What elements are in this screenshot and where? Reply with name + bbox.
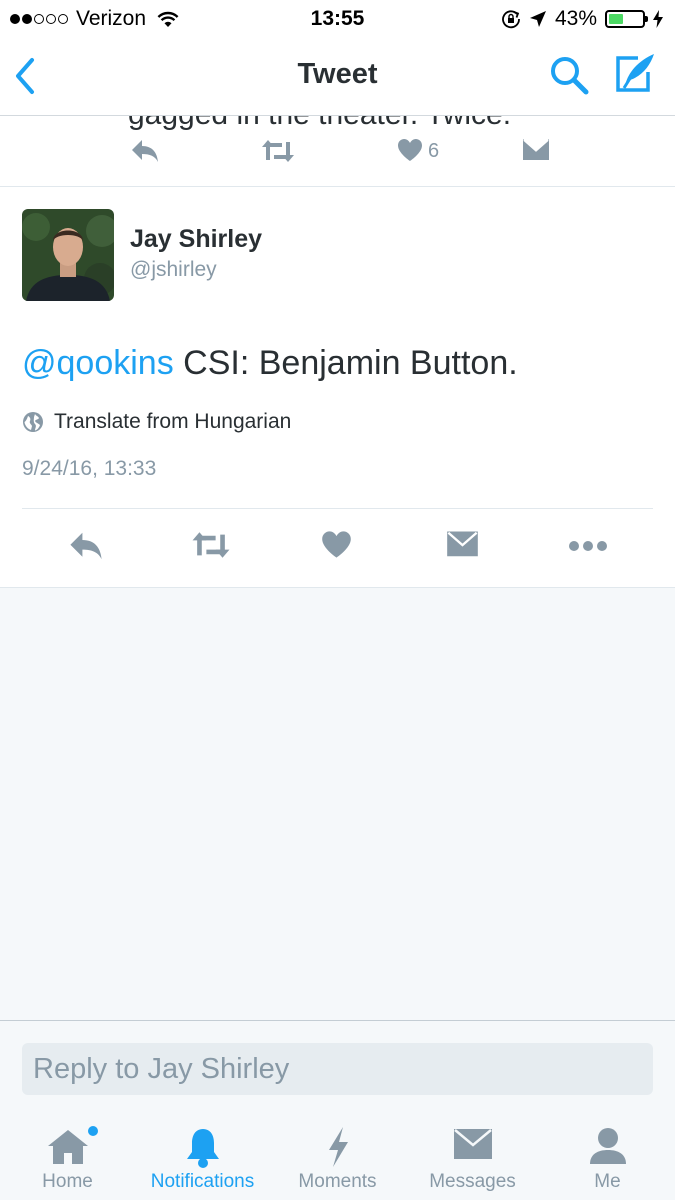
compose-tweet-icon xyxy=(616,54,654,92)
tab-label: Moments xyxy=(298,1171,377,1192)
bell-icon xyxy=(186,1129,219,1168)
translate-button[interactable]: Translate from Hungarian xyxy=(22,410,291,434)
tab-notifications[interactable]: Notifications xyxy=(135,1110,270,1200)
compose-button[interactable] xyxy=(612,52,658,96)
direct-message-icon[interactable] xyxy=(446,530,479,559)
envelope-icon xyxy=(453,1129,492,1159)
charging-bolt-icon xyxy=(653,10,663,28)
status-right: 43% xyxy=(501,7,663,31)
lightning-icon xyxy=(328,1127,348,1167)
tweet-timestamp: 9/24/16, 13:33 xyxy=(22,457,157,480)
reply-bar: Reply to Jay Shirley xyxy=(0,1020,675,1111)
like-icon[interactable] xyxy=(321,530,352,559)
battery-icon xyxy=(605,10,648,28)
avatar[interactable] xyxy=(22,209,114,301)
tab-label: Home xyxy=(42,1171,93,1192)
home-badge-dot xyxy=(88,1126,98,1136)
search-icon xyxy=(551,57,589,95)
author-avatar-photo xyxy=(22,209,114,301)
like-count: 6 xyxy=(428,140,440,162)
like-icon[interactable] xyxy=(397,138,423,162)
reply-icon[interactable] xyxy=(68,530,104,562)
location-arrow-icon xyxy=(529,11,546,27)
tab-moments[interactable]: Moments xyxy=(270,1110,405,1200)
direct-message-icon[interactable] xyxy=(522,138,550,162)
status-bar: Verizon 13:55 43% xyxy=(0,0,675,38)
tab-me[interactable]: Me xyxy=(540,1110,675,1200)
previous-tweet[interactable]: gagged in the theater. Twice. 6 xyxy=(0,116,675,187)
search-button[interactable] xyxy=(548,54,590,96)
divider xyxy=(22,508,653,509)
retweet-icon[interactable] xyxy=(190,530,232,560)
more-options-icon[interactable] xyxy=(568,540,608,552)
tab-bar: Home Notifications Moments Messages Me xyxy=(0,1110,675,1200)
battery-level-fill xyxy=(609,14,623,24)
mention-link[interactable]: @qookins xyxy=(22,344,174,382)
translate-label: Translate from Hungarian xyxy=(54,410,292,433)
tab-messages[interactable]: Messages xyxy=(405,1110,540,1200)
person-icon xyxy=(589,1128,626,1164)
nav-bar: Tweet xyxy=(0,38,675,116)
tweet-text: @qookins CSI: Benjamin Button. xyxy=(22,344,518,383)
battery-percent: 43% xyxy=(554,7,597,30)
tweet-body: CSI: Benjamin Button. xyxy=(173,344,518,382)
tweet-detail: Jay Shirley @jshirley @qookins CSI: Benj… xyxy=(0,187,675,588)
rotation-lock-icon xyxy=(502,10,520,29)
reply-input[interactable]: Reply to Jay Shirley xyxy=(22,1043,653,1095)
tab-label: Notifications xyxy=(150,1171,255,1192)
tab-label: Messages xyxy=(429,1171,516,1192)
home-icon xyxy=(47,1130,88,1164)
reply-icon[interactable] xyxy=(130,138,160,164)
author-handle[interactable]: @jshirley xyxy=(130,258,217,282)
retweet-icon[interactable] xyxy=(260,138,296,164)
tab-label: Me xyxy=(594,1171,621,1192)
globe-icon xyxy=(23,412,43,432)
tab-home[interactable]: Home xyxy=(0,1110,135,1200)
author-name[interactable]: Jay Shirley xyxy=(130,225,262,254)
previous-tweet-text: gagged in the theater. Twice. xyxy=(128,116,511,132)
